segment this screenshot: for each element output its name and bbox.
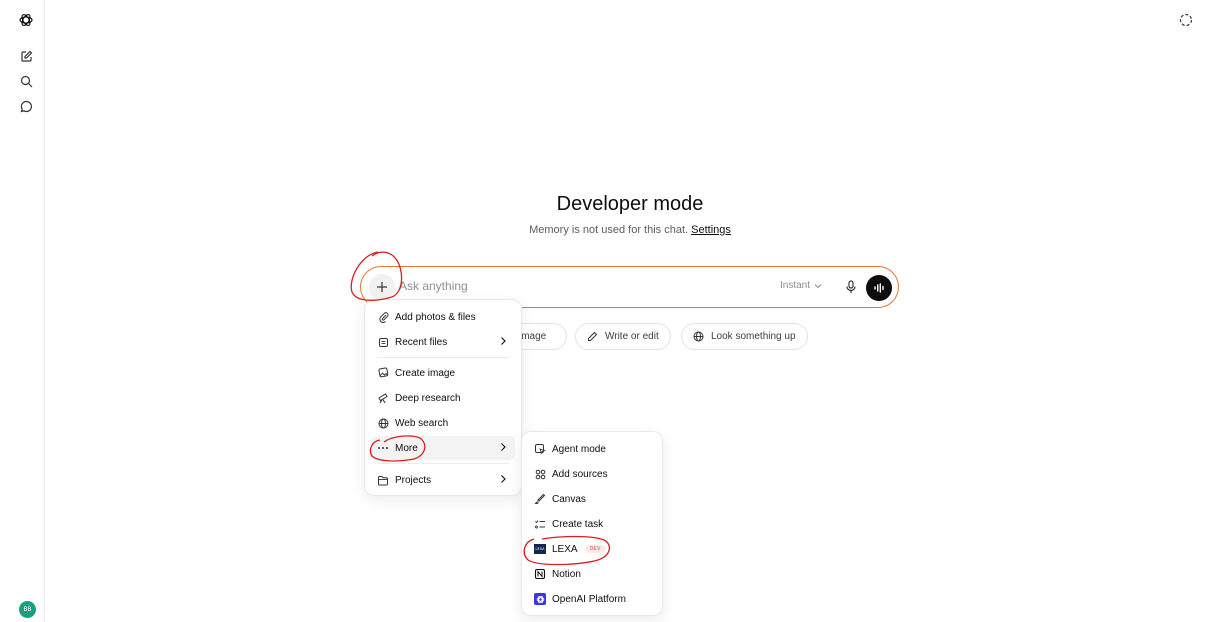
- add-button[interactable]: [369, 274, 395, 300]
- openai-icon: [534, 593, 546, 605]
- menu-item-recent-files[interactable]: Recent files: [371, 330, 515, 354]
- menu-item-agent-mode[interactable]: Agent mode: [528, 437, 656, 461]
- page-subtitle: Memory is not used for this chat. Settin…: [0, 224, 1205, 236]
- chevron-right-icon: [501, 443, 506, 451]
- menu-item-deep-research[interactable]: Deep research: [371, 386, 515, 410]
- search-icon[interactable]: [13, 68, 39, 94]
- voice-mode-button[interactable]: [866, 275, 892, 301]
- chevron-right-icon: [501, 475, 506, 483]
- menu-item-label: Agent mode: [552, 443, 606, 455]
- dev-badge: DEV: [584, 545, 606, 553]
- menu-item-add-sources[interactable]: Add sources: [528, 462, 656, 486]
- model-select[interactable]: Instant: [780, 280, 822, 291]
- chats-icon[interactable]: [13, 93, 39, 119]
- menu-item-projects[interactable]: Projects: [371, 468, 515, 492]
- page-title: Developer mode: [556, 193, 704, 215]
- prompt-input[interactable]: [399, 279, 699, 293]
- menu-item-web-search[interactable]: Web search: [371, 411, 515, 435]
- menu-item-label: Deep research: [395, 392, 461, 404]
- chip-label: Write or edit: [605, 331, 659, 342]
- chip-label: Look something up: [711, 331, 796, 342]
- image-icon: [377, 367, 389, 379]
- memory-notice: Memory is not used for this chat.: [529, 224, 689, 236]
- file-icon: [377, 336, 389, 348]
- menu-item-lexa[interactable]: LEXA LEXA DEV: [528, 537, 656, 561]
- lexa-logo-icon: LEXA: [534, 543, 546, 555]
- menu-item-label: Recent files: [395, 336, 448, 348]
- notion-icon: [534, 568, 546, 580]
- task-icon: [534, 518, 546, 530]
- menu-item-label: Projects: [395, 474, 432, 486]
- avatar[interactable]: BB: [19, 601, 36, 618]
- temporary-chat-icon[interactable]: [1176, 10, 1196, 30]
- pencil-icon: [588, 331, 598, 341]
- write-or-edit-chip[interactable]: Write or edit: [575, 323, 671, 350]
- menu-item-label: OpenAI Platform: [552, 593, 626, 605]
- settings-link[interactable]: Settings: [691, 224, 731, 236]
- menu-item-label: Notion: [552, 568, 581, 580]
- microphone-icon[interactable]: [842, 278, 860, 296]
- ellipsis-icon: [377, 442, 389, 454]
- agent-icon: [534, 443, 546, 455]
- menu-item-more[interactable]: More: [371, 436, 515, 460]
- globe-icon: [693, 331, 704, 342]
- sidebar: BB: [0, 0, 45, 622]
- chevron-down-icon: [814, 283, 822, 288]
- openai-platform-logo: [534, 593, 546, 605]
- telescope-icon: [377, 392, 389, 404]
- globe-icon: [377, 417, 389, 429]
- menu-item-label: LEXA: [552, 543, 578, 555]
- menu-item-label: Add photos & files: [395, 311, 476, 323]
- menu-divider: [377, 463, 509, 464]
- more-submenu: Agent mode Add sources Canvas Create tas…: [521, 431, 663, 616]
- canvas-icon: [534, 493, 546, 505]
- model-label: Instant: [780, 280, 811, 291]
- menu-item-label: Canvas: [552, 493, 586, 505]
- folder-icon: [377, 474, 389, 486]
- menu-item-label: Web search: [395, 417, 449, 429]
- menu-item-notion[interactable]: Notion: [528, 562, 656, 586]
- paperclip-icon: [377, 311, 389, 323]
- openai-logo-icon[interactable]: [13, 7, 39, 33]
- menu-item-canvas[interactable]: Canvas: [528, 487, 656, 511]
- menu-item-add-photos-files[interactable]: Add photos & files: [371, 305, 515, 329]
- menu-item-label: More: [395, 442, 418, 454]
- waveform-icon: [874, 283, 884, 293]
- look-something-up-chip[interactable]: Look something up: [681, 323, 808, 350]
- menu-item-label: Create task: [552, 518, 604, 530]
- chevron-right-icon: [501, 337, 506, 345]
- lexa-logo: LEXA: [534, 544, 546, 554]
- menu-item-create-task[interactable]: Create task: [528, 512, 656, 536]
- menu-item-label: Add sources: [552, 468, 608, 480]
- new-chat-icon[interactable]: [13, 43, 39, 69]
- menu-item-create-image[interactable]: Create image: [371, 361, 515, 385]
- chip-label: image: [519, 331, 547, 342]
- menu-item-openai-platform[interactable]: OpenAI Platform: [528, 587, 656, 611]
- menu-divider: [377, 357, 509, 358]
- sources-icon: [534, 468, 546, 480]
- menu-item-label: Create image: [395, 367, 456, 379]
- plus-menu: Add photos & files Recent files Create i…: [364, 299, 522, 496]
